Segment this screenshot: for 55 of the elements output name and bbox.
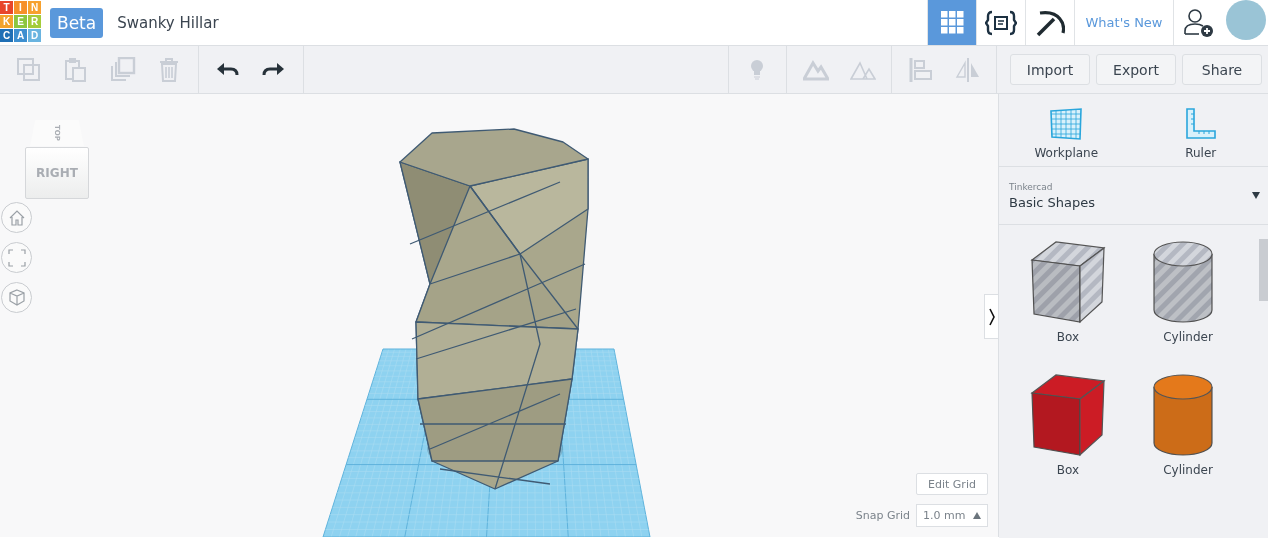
hole-box-icon: [1028, 240, 1108, 324]
logo-letter: C: [0, 29, 13, 42]
project-title[interactable]: Swanky Hillar: [117, 13, 927, 32]
caret-down-icon: [1252, 192, 1260, 199]
logo-letter: R: [28, 15, 41, 28]
clipboard-icon: [62, 56, 89, 83]
logo-letter: N: [28, 1, 41, 14]
shape-label: Cylinder: [1163, 330, 1213, 344]
shape-label: Box: [1056, 330, 1080, 344]
fit-view-icon: [7, 248, 26, 267]
shape-label: Box: [1056, 463, 1080, 477]
cube-icon: [7, 288, 26, 307]
shape-item[interactable]: Cylinder: [1129, 240, 1247, 373]
shape-item[interactable]: Box: [1009, 240, 1127, 373]
library-source-label: Tinkercad: [1009, 181, 1054, 192]
ruler-icon: [1184, 108, 1217, 140]
home-icon: [7, 208, 26, 227]
home-button[interactable]: [1, 202, 32, 233]
logo-letter: I: [14, 1, 27, 14]
add-user-icon: [1182, 7, 1214, 38]
pickaxe-icon: [1035, 8, 1065, 37]
snap-grid-select[interactable]: 1.0 mm: [916, 504, 988, 527]
shape-library-dropdown[interactable]: Tinkercad Basic Shapes: [999, 167, 1268, 225]
logo-letter: K: [0, 15, 13, 28]
export-button[interactable]: Export: [1096, 54, 1176, 85]
scrollbar-thumb[interactable]: [1259, 239, 1268, 301]
logo-letter: D: [28, 29, 41, 42]
snap-grid-label: Snap Grid: [855, 509, 910, 522]
logo-letter: A: [14, 29, 27, 42]
ruler-button[interactable]: Ruler: [1133, 94, 1268, 166]
workplane-icon: [1050, 108, 1083, 140]
fit-view-button[interactable]: [1, 242, 32, 273]
mirror-icon: [954, 56, 981, 83]
logo-letter: E: [14, 15, 27, 28]
shape-label: Cylinder: [1163, 463, 1213, 477]
copy-icon: [15, 56, 42, 83]
box-icon: [1028, 373, 1108, 457]
panel-toggle-button[interactable]: [984, 294, 998, 339]
chevron-right-icon: [988, 307, 996, 326]
logo-letter: T: [0, 1, 13, 14]
up-caret-icon: [973, 512, 981, 519]
align-icon: [907, 56, 934, 83]
library-category: Basic Shapes: [1009, 194, 1097, 210]
beta-badge: Beta: [50, 7, 104, 38]
share-button[interactable]: Share: [1182, 54, 1262, 85]
edit-grid-button[interactable]: Edit Grid: [916, 473, 988, 495]
avatar[interactable]: [1226, 0, 1266, 40]
shape-item[interactable]: Box: [1009, 373, 1127, 506]
code-block-icon: [985, 9, 1017, 36]
shape-item[interactable]: Cylinder: [1129, 373, 1247, 506]
workplane-button[interactable]: Workplane: [999, 94, 1134, 166]
import-button[interactable]: Import: [1010, 54, 1090, 85]
perspective-button[interactable]: [1, 282, 32, 313]
duplicate-icon: [109, 56, 136, 83]
grid-icon: [940, 11, 964, 34]
